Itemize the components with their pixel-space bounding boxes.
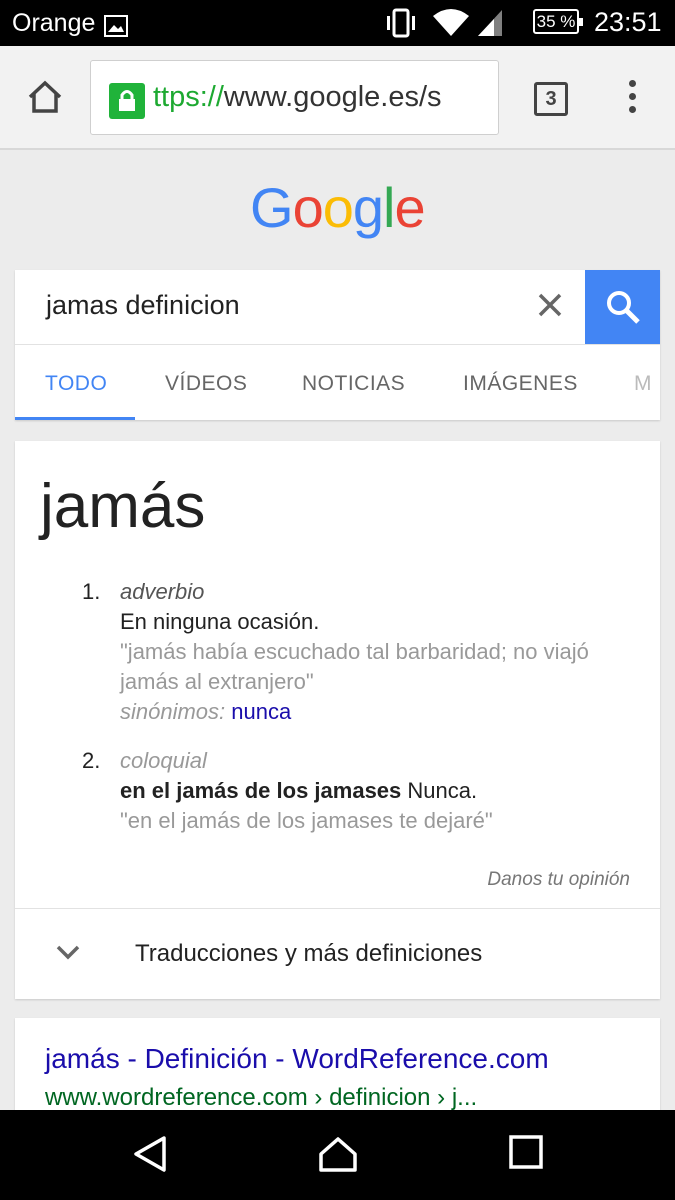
vibrate-icon xyxy=(387,8,415,38)
sense-gloss: En ninguna ocasión. xyxy=(120,609,320,634)
search-result: jamás - Definición - WordReference.com w… xyxy=(15,1018,660,1118)
search-tabs: TODO VÍDEOS NOTICIAS IMÁGENES M xyxy=(15,344,660,420)
usage-label: coloquial xyxy=(120,748,207,773)
example-line-1: "jamás había escuchado tal barbaridad; n… xyxy=(120,639,589,664)
back-icon[interactable] xyxy=(130,1134,170,1174)
synonym-link[interactable]: nunca xyxy=(231,699,291,724)
result-title-link[interactable]: jamás - Definición - WordReference.com xyxy=(45,1043,549,1075)
search-input[interactable]: jamas definicion xyxy=(15,270,585,344)
battery-level: 35 % xyxy=(536,12,576,31)
active-tab-indicator xyxy=(15,417,135,420)
definition-card: jamás 1. adverbio En ninguna ocasión. "j… xyxy=(15,441,660,999)
part-of-speech: adverbio xyxy=(120,579,205,604)
phrase-line: en el jamás de los jamases Nunca. xyxy=(120,778,477,804)
home-icon[interactable] xyxy=(26,78,64,116)
headword: jamás xyxy=(40,472,206,541)
url-text[interactable]: ttps://www.google.es/s xyxy=(153,81,442,114)
phrase: en el jamás de los jamases xyxy=(120,778,402,803)
search-button[interactable] xyxy=(585,270,660,344)
feedback-link[interactable]: Danos tu opinión xyxy=(487,869,630,891)
battery-icon: 35 % xyxy=(533,9,583,34)
clear-icon[interactable] xyxy=(535,290,565,320)
navigation-bar xyxy=(0,1110,675,1200)
tab-more[interactable]: M xyxy=(634,372,652,396)
url-host: www.google.es/s xyxy=(223,81,442,113)
status-bar: Orange 35 % 23:51 xyxy=(0,0,675,46)
sense-number: 1. xyxy=(82,579,101,604)
gallery-icon xyxy=(104,15,128,37)
example-line-2: jamás al extranjero" xyxy=(120,669,314,694)
search-card: jamas definicion TODO VÍDEOS NOTICIAS IM… xyxy=(15,270,660,420)
sense-number: 2. xyxy=(82,748,101,773)
example-line: "en el jamás de los jamases te dejaré" xyxy=(120,808,493,833)
result-url: www.wordreference.com › definicion › j..… xyxy=(45,1084,478,1111)
url-scheme: ttps:// xyxy=(153,81,224,113)
recents-icon[interactable] xyxy=(508,1134,544,1170)
signal-icon xyxy=(478,10,502,36)
tab-videos[interactable]: VÍDEOS xyxy=(165,372,247,396)
tab-noticias[interactable]: NOTICIAS xyxy=(302,372,405,396)
more-definitions-label: Traducciones y más definiciones xyxy=(135,940,483,967)
more-definitions-row[interactable]: Traducciones y más definiciones xyxy=(15,908,660,999)
synonyms-line: sinónimos: nunca xyxy=(120,699,291,725)
address-bar[interactable]: ttps://www.google.es/s xyxy=(90,60,499,135)
tab-count: 3 xyxy=(545,88,557,110)
tabs-icon[interactable]: 3 xyxy=(534,82,568,116)
google-logo: Google xyxy=(250,176,426,239)
search-icon xyxy=(607,291,640,324)
carrier-name: Orange xyxy=(12,9,96,37)
overflow-menu-icon[interactable] xyxy=(620,76,644,120)
browser-toolbar: ttps://www.google.es/s 3 xyxy=(0,46,675,150)
home-nav-icon[interactable] xyxy=(318,1134,358,1174)
synonyms-label: sinónimos: xyxy=(120,699,226,724)
wifi-icon xyxy=(433,9,469,36)
tab-imagenes[interactable]: IMÁGENES xyxy=(463,372,578,396)
tab-todo[interactable]: TODO xyxy=(45,372,107,396)
clock: 23:51 xyxy=(594,7,662,37)
sense-gloss: Nunca. xyxy=(407,778,478,803)
lock-icon xyxy=(109,83,145,119)
chevron-down-icon xyxy=(56,945,80,960)
